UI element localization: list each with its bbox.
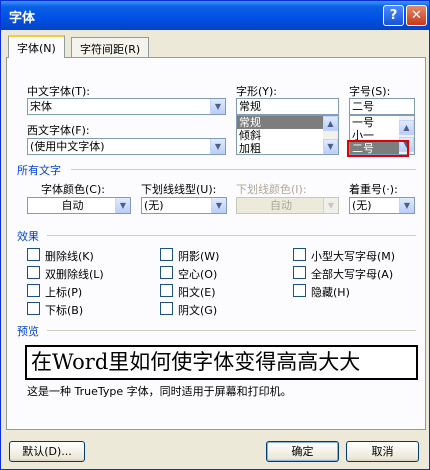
shadow-label: 阴影(W)	[178, 250, 220, 263]
font-size-label: 字号(S):	[349, 85, 391, 98]
default-button[interactable]: 默认(D)...	[9, 441, 85, 462]
font-style-list[interactable]: 常规 倾斜 加粗 ▲ ▼	[236, 115, 339, 155]
outline-checkbox[interactable]	[160, 266, 173, 279]
western-font-select[interactable]: (使用中文字体) ▼	[27, 138, 226, 155]
subscript-label: 下标(B)	[45, 304, 84, 317]
font-dialog: 字体 ? ✕ 字体(N) 字符间距(R) 中文字体(T): 宋体 ▼ 西文字体(…	[0, 0, 430, 470]
divider	[47, 235, 416, 236]
preview-note: 这是一种 TrueType 字体，同时适用于屏幕和打印机。	[27, 385, 292, 398]
underline-color-value: 自动	[270, 199, 292, 212]
tab-font-label: 字体(N)	[17, 42, 56, 55]
font-color-label: 字体颜色(C):	[41, 183, 105, 196]
scroll-up-icon[interactable]: ▲	[399, 120, 414, 135]
hidden-checkbox[interactable]	[293, 284, 306, 297]
emphasis-mark-label: 着重号(·):	[349, 183, 398, 196]
emboss-checkbox[interactable]	[160, 284, 173, 297]
tab-font[interactable]: 字体(N)	[8, 35, 65, 58]
font-color-select[interactable]: 自动 ▼	[27, 197, 131, 214]
window-title: 字体	[9, 11, 36, 26]
font-color-value: 自动	[61, 199, 84, 212]
underline-color-label: 下划线颜色(I):	[236, 183, 307, 196]
ok-button-label: 确定	[291, 445, 314, 458]
underline-style-label: 下划线线型(U):	[141, 183, 217, 196]
western-font-label: 西文字体(F):	[27, 124, 90, 137]
font-style-value: 常规	[239, 100, 261, 113]
chinese-font-select[interactable]: 宋体 ▼	[27, 98, 226, 115]
divider	[47, 330, 416, 331]
hidden-label: 隐藏(H)	[311, 286, 350, 299]
engrave-label: 阴文(G)	[178, 304, 218, 317]
preview-sample-text: 在Word里如何使字体变得高高大大	[31, 350, 361, 374]
outline-label: 空心(O)	[178, 268, 218, 281]
emboss-label: 阳文(E)	[178, 286, 216, 299]
all-text-section-title: 所有文字	[17, 164, 61, 177]
small-caps-checkbox[interactable]	[293, 248, 306, 261]
tab-character-spacing[interactable]: 字符间距(R)	[71, 37, 150, 58]
all-caps-label: 全部大写字母(A)	[311, 268, 394, 281]
underline-color-select: 自动 ▼	[236, 197, 339, 214]
scroll-down-icon[interactable]: ▼	[323, 139, 338, 154]
engrave-checkbox[interactable]	[160, 302, 173, 315]
font-size-input[interactable]: 二号	[349, 98, 415, 115]
tab-character-spacing-label: 字符间距(R)	[80, 43, 141, 56]
close-button[interactable]: ✕	[406, 5, 427, 26]
double-strikethrough-label: 双删除线(L)	[45, 268, 104, 281]
effects-section-title: 效果	[17, 230, 39, 243]
cancel-button[interactable]: 取消	[346, 441, 419, 462]
divider	[71, 169, 416, 170]
help-button[interactable]: ?	[383, 5, 404, 26]
chinese-font-value: 宋体	[30, 100, 52, 113]
double-strikethrough-checkbox[interactable]	[27, 266, 40, 279]
font-size-value: 二号	[352, 100, 374, 113]
subscript-checkbox[interactable]	[27, 302, 40, 315]
strikethrough-label: 删除线(K)	[45, 250, 94, 263]
all-caps-checkbox[interactable]	[293, 266, 306, 279]
font-style-label: 字形(Y):	[236, 85, 278, 98]
chevron-down-icon: ▼	[323, 198, 338, 213]
cancel-button-label: 取消	[371, 445, 394, 458]
chevron-down-icon[interactable]: ▼	[211, 198, 226, 213]
superscript-checkbox[interactable]	[27, 284, 40, 297]
highlight-marker	[347, 140, 409, 157]
underline-style-value: (无)	[144, 199, 164, 212]
title-bar[interactable]: 字体 ? ✕	[1, 1, 429, 30]
emphasis-mark-select[interactable]: (无) ▼	[349, 197, 415, 214]
emphasis-mark-value: (无)	[352, 199, 372, 212]
chevron-down-icon[interactable]: ▼	[210, 99, 225, 114]
western-font-value: (使用中文字体)	[30, 140, 105, 153]
preview-box: 在Word里如何使字体变得高高大大	[25, 345, 418, 380]
font-style-input[interactable]: 常规	[236, 98, 339, 115]
font-style-scrollbar[interactable]: ▲ ▼	[323, 116, 338, 154]
shadow-checkbox[interactable]	[160, 248, 173, 261]
strikethrough-checkbox[interactable]	[27, 248, 40, 261]
chevron-down-icon[interactable]: ▼	[210, 139, 225, 154]
chevron-down-icon[interactable]: ▼	[399, 198, 414, 213]
small-caps-label: 小型大写字母(M)	[311, 250, 396, 263]
chevron-down-icon[interactable]: ▼	[115, 198, 130, 213]
superscript-label: 上标(P)	[45, 286, 83, 299]
underline-style-select[interactable]: (无) ▼	[141, 197, 227, 214]
chinese-font-label: 中文字体(T):	[27, 85, 91, 98]
preview-section-title: 预览	[17, 325, 39, 338]
scroll-up-icon[interactable]: ▲	[323, 116, 338, 131]
ok-button[interactable]: 确定	[266, 441, 339, 462]
default-button-label: 默认(D)...	[22, 445, 72, 458]
